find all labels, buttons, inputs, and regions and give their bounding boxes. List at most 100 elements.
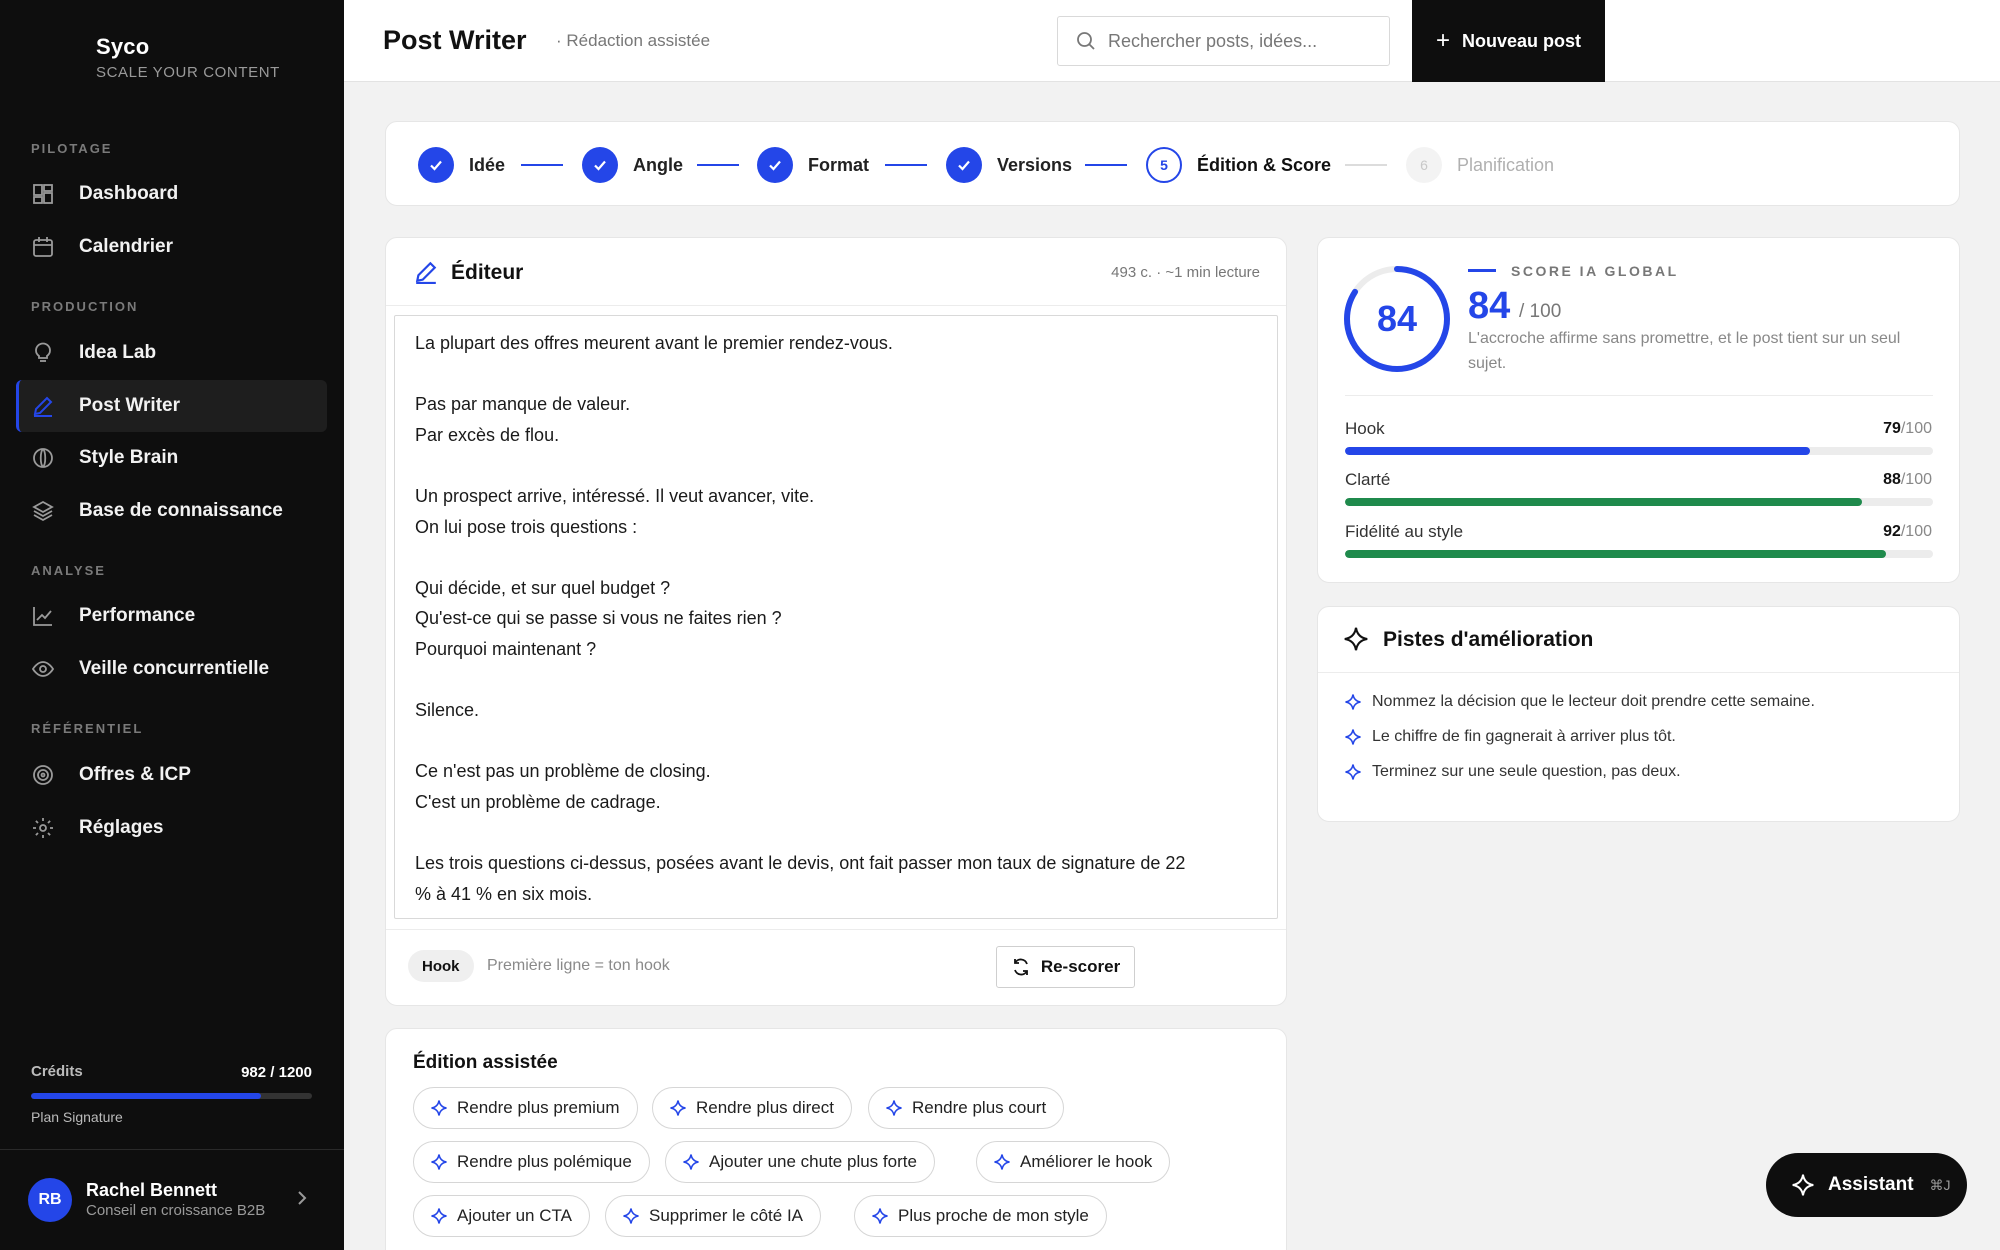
brand-logo[interactable]: Syco SCALE YOUR CONTENT	[96, 34, 280, 81]
assisted-edit-card: Édition assistée Rendre plus premium Ren…	[385, 1028, 1287, 1250]
check-icon	[582, 147, 618, 183]
sidebar-item-idea-lab[interactable]: Idea Lab	[16, 327, 327, 379]
search-input[interactable]: Rechercher posts, idées...	[1057, 16, 1390, 66]
chip-label: Rendre plus premium	[457, 1098, 620, 1117]
step-connector	[1345, 164, 1387, 166]
assistant-button[interactable]: Assistant ⌘J	[1766, 1153, 1967, 1217]
sidebar: Syco SCALE YOUR CONTENT PILOTAGE Dashboa…	[0, 0, 344, 1250]
editor-line: Pas par manque de valeur.	[415, 394, 631, 415]
brain-icon	[31, 446, 55, 470]
sidebar-item-reglages[interactable]: Réglages	[16, 802, 327, 854]
brand-tagline: SCALE YOUR CONTENT	[96, 64, 280, 81]
metric-fill	[1345, 498, 1863, 506]
step-planification[interactable]: 6 Planification	[1406, 147, 1554, 183]
chip-label: Ajouter un CTA	[457, 1206, 572, 1225]
sidebar-item-post-writer[interactable]: Post Writer	[16, 380, 327, 432]
score-value: 84	[1468, 285, 1511, 327]
sidebar-item-label: Dashboard	[79, 183, 179, 204]
editor-line: Un prospect arrive, intéressé. Il veut a…	[415, 485, 815, 506]
step-connector	[521, 164, 563, 166]
editor-line: Qui décide, et sur quel budget ?	[415, 577, 671, 598]
nav-section-referentiel: RÉFÉRENTIEL	[31, 721, 144, 736]
step-angle[interactable]: Angle	[582, 147, 683, 183]
improvement-text: Le chiffre de fin gagnerait à arriver pl…	[1372, 728, 1676, 745]
pen-icon	[414, 260, 438, 289]
step-label: Idée	[469, 154, 506, 175]
improvement-item: Nommez la décision que le lecteur doit p…	[1345, 693, 1815, 711]
chip-polemique[interactable]: Rendre plus polémique	[413, 1141, 650, 1183]
improvement-item: Terminez sur une seule question, pas deu…	[1345, 763, 1681, 781]
top-header: Post Writer · Rédaction assistée Recherc…	[344, 0, 2000, 82]
calendar-icon	[31, 235, 55, 259]
new-post-button[interactable]: + Nouveau post	[1412, 0, 1605, 82]
editor-card: Éditeur 493 c. · ~1 min lecture La plupa…	[385, 237, 1287, 1006]
search-icon	[1076, 31, 1096, 51]
sidebar-item-veille-concurrentielle[interactable]: Veille concurrentielle	[16, 643, 327, 695]
sparkle-icon	[1345, 694, 1361, 710]
chip-ia[interactable]: Supprimer le côté IA	[605, 1195, 822, 1237]
step-label: Planification	[1457, 154, 1555, 175]
plan-label: Plan Signature	[31, 1109, 123, 1125]
metric-name: Fidélité au style	[1345, 522, 1464, 541]
credits-progress-bar	[31, 1093, 312, 1099]
sparkle-icon	[994, 1154, 1010, 1170]
chip-direct[interactable]: Rendre plus direct	[652, 1087, 852, 1129]
sidebar-item-style-brain[interactable]: Style Brain	[16, 432, 327, 484]
chip-label: Supprimer le côté IA	[649, 1206, 804, 1225]
sparkle-icon	[431, 1100, 447, 1116]
user-role: Conseil en croissance B2B	[86, 1202, 266, 1219]
metric-value: 88/100	[1883, 471, 1932, 488]
sidebar-item-label: Base de connaissance	[79, 500, 283, 521]
score-max: / 100	[1519, 301, 1562, 322]
user-name[interactable]: Rachel Bennett	[86, 1180, 217, 1201]
chip-chute[interactable]: Ajouter une chute plus forte	[665, 1141, 935, 1183]
chip-hook[interactable]: Améliorer le hook	[976, 1141, 1171, 1183]
post-text-editor[interactable]: La plupart des offres meurent avant le p…	[394, 315, 1278, 919]
step-label: Édition & Score	[1197, 154, 1332, 175]
chip-style[interactable]: Plus proche de mon style	[854, 1195, 1107, 1237]
sparkle-icon	[1345, 729, 1361, 745]
sidebar-item-offres-icp[interactable]: Offres & ICP	[16, 749, 327, 801]
chevron-right-icon[interactable]	[296, 1190, 308, 1211]
sparkle-icon	[1344, 627, 1368, 656]
sparkle-icon	[431, 1208, 447, 1224]
sidebar-item-calendrier[interactable]: Calendrier	[16, 221, 327, 273]
sidebar-item-performance[interactable]: Performance	[16, 590, 327, 642]
sidebar-item-label: Idea Lab	[79, 342, 157, 363]
sidebar-item-base-de-connaissance[interactable]: Base de connaissance	[16, 485, 327, 537]
improvements-title: Pistes d'amélioration	[1383, 628, 1594, 651]
step-connector	[885, 164, 927, 166]
step-connector	[697, 164, 739, 166]
avatar[interactable]: RB	[28, 1178, 72, 1222]
chip-cta[interactable]: Ajouter un CTA	[413, 1195, 590, 1237]
step-edition-score[interactable]: 5 Édition & Score	[1146, 147, 1331, 183]
step-label: Angle	[633, 154, 684, 175]
divider	[1345, 395, 1933, 396]
step-idee[interactable]: Idée	[418, 147, 505, 183]
target-icon	[31, 763, 55, 787]
chip-label: Rendre plus direct	[696, 1098, 834, 1117]
sparkle-icon	[623, 1208, 639, 1224]
step-format[interactable]: Format	[757, 147, 869, 183]
rescore-button[interactable]: Re-scorer	[996, 946, 1135, 988]
improvement-text: Terminez sur une seule question, pas deu…	[1372, 763, 1681, 780]
search-placeholder: Rechercher posts, idées...	[1108, 30, 1318, 51]
assisted-edit-title: Édition assistée	[413, 1052, 558, 1073]
metric-fill	[1345, 447, 1810, 455]
chip-court[interactable]: Rendre plus court	[868, 1087, 1065, 1129]
sparkle-icon	[1345, 764, 1361, 780]
sidebar-item-label: Réglages	[79, 817, 164, 838]
sparkle-icon	[886, 1100, 902, 1116]
sidebar-item-label: Performance	[79, 605, 196, 626]
check-icon	[946, 147, 982, 183]
score-label: SCORE IA GLOBAL	[1511, 263, 1679, 279]
nav-section-analyse: ANALYSE	[31, 563, 106, 578]
sidebar-item-dashboard[interactable]: Dashboard	[16, 168, 327, 220]
chip-premium[interactable]: Rendre plus premium	[413, 1087, 638, 1129]
credits-label: Crédits	[31, 1063, 83, 1080]
step-versions[interactable]: Versions	[946, 147, 1072, 183]
